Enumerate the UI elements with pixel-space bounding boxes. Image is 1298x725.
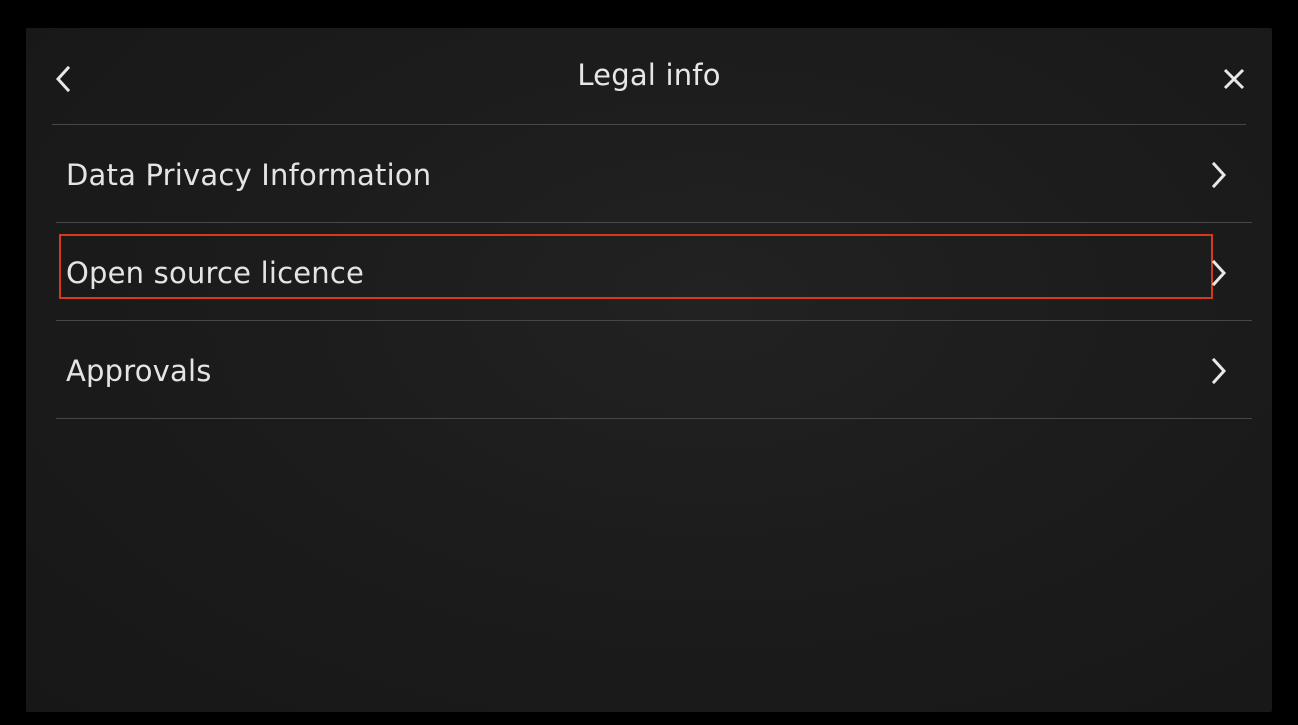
close-button[interactable] (1206, 54, 1262, 104)
menu-item-approvals[interactable]: Approvals (56, 321, 1252, 419)
chevron-right-icon (1211, 357, 1227, 385)
menu-item-data-privacy[interactable]: Data Privacy Information (56, 125, 1252, 223)
page-title: Legal info (577, 58, 721, 92)
chevron-right-icon (1211, 259, 1227, 287)
chevron-right-icon (1211, 161, 1227, 189)
header-bar: Legal info (26, 28, 1272, 125)
menu-item-label: Open source licence (66, 256, 365, 290)
menu-item-open-source-licence[interactable]: Open source licence (56, 223, 1252, 321)
menu-item-label: Data Privacy Information (66, 158, 432, 192)
close-icon (1223, 68, 1245, 90)
menu-item-label: Approvals (66, 354, 212, 388)
infotainment-screen: Legal info Data Privacy Information Open… (26, 28, 1272, 712)
legal-info-list: Data Privacy Information Open source lic… (56, 125, 1252, 419)
